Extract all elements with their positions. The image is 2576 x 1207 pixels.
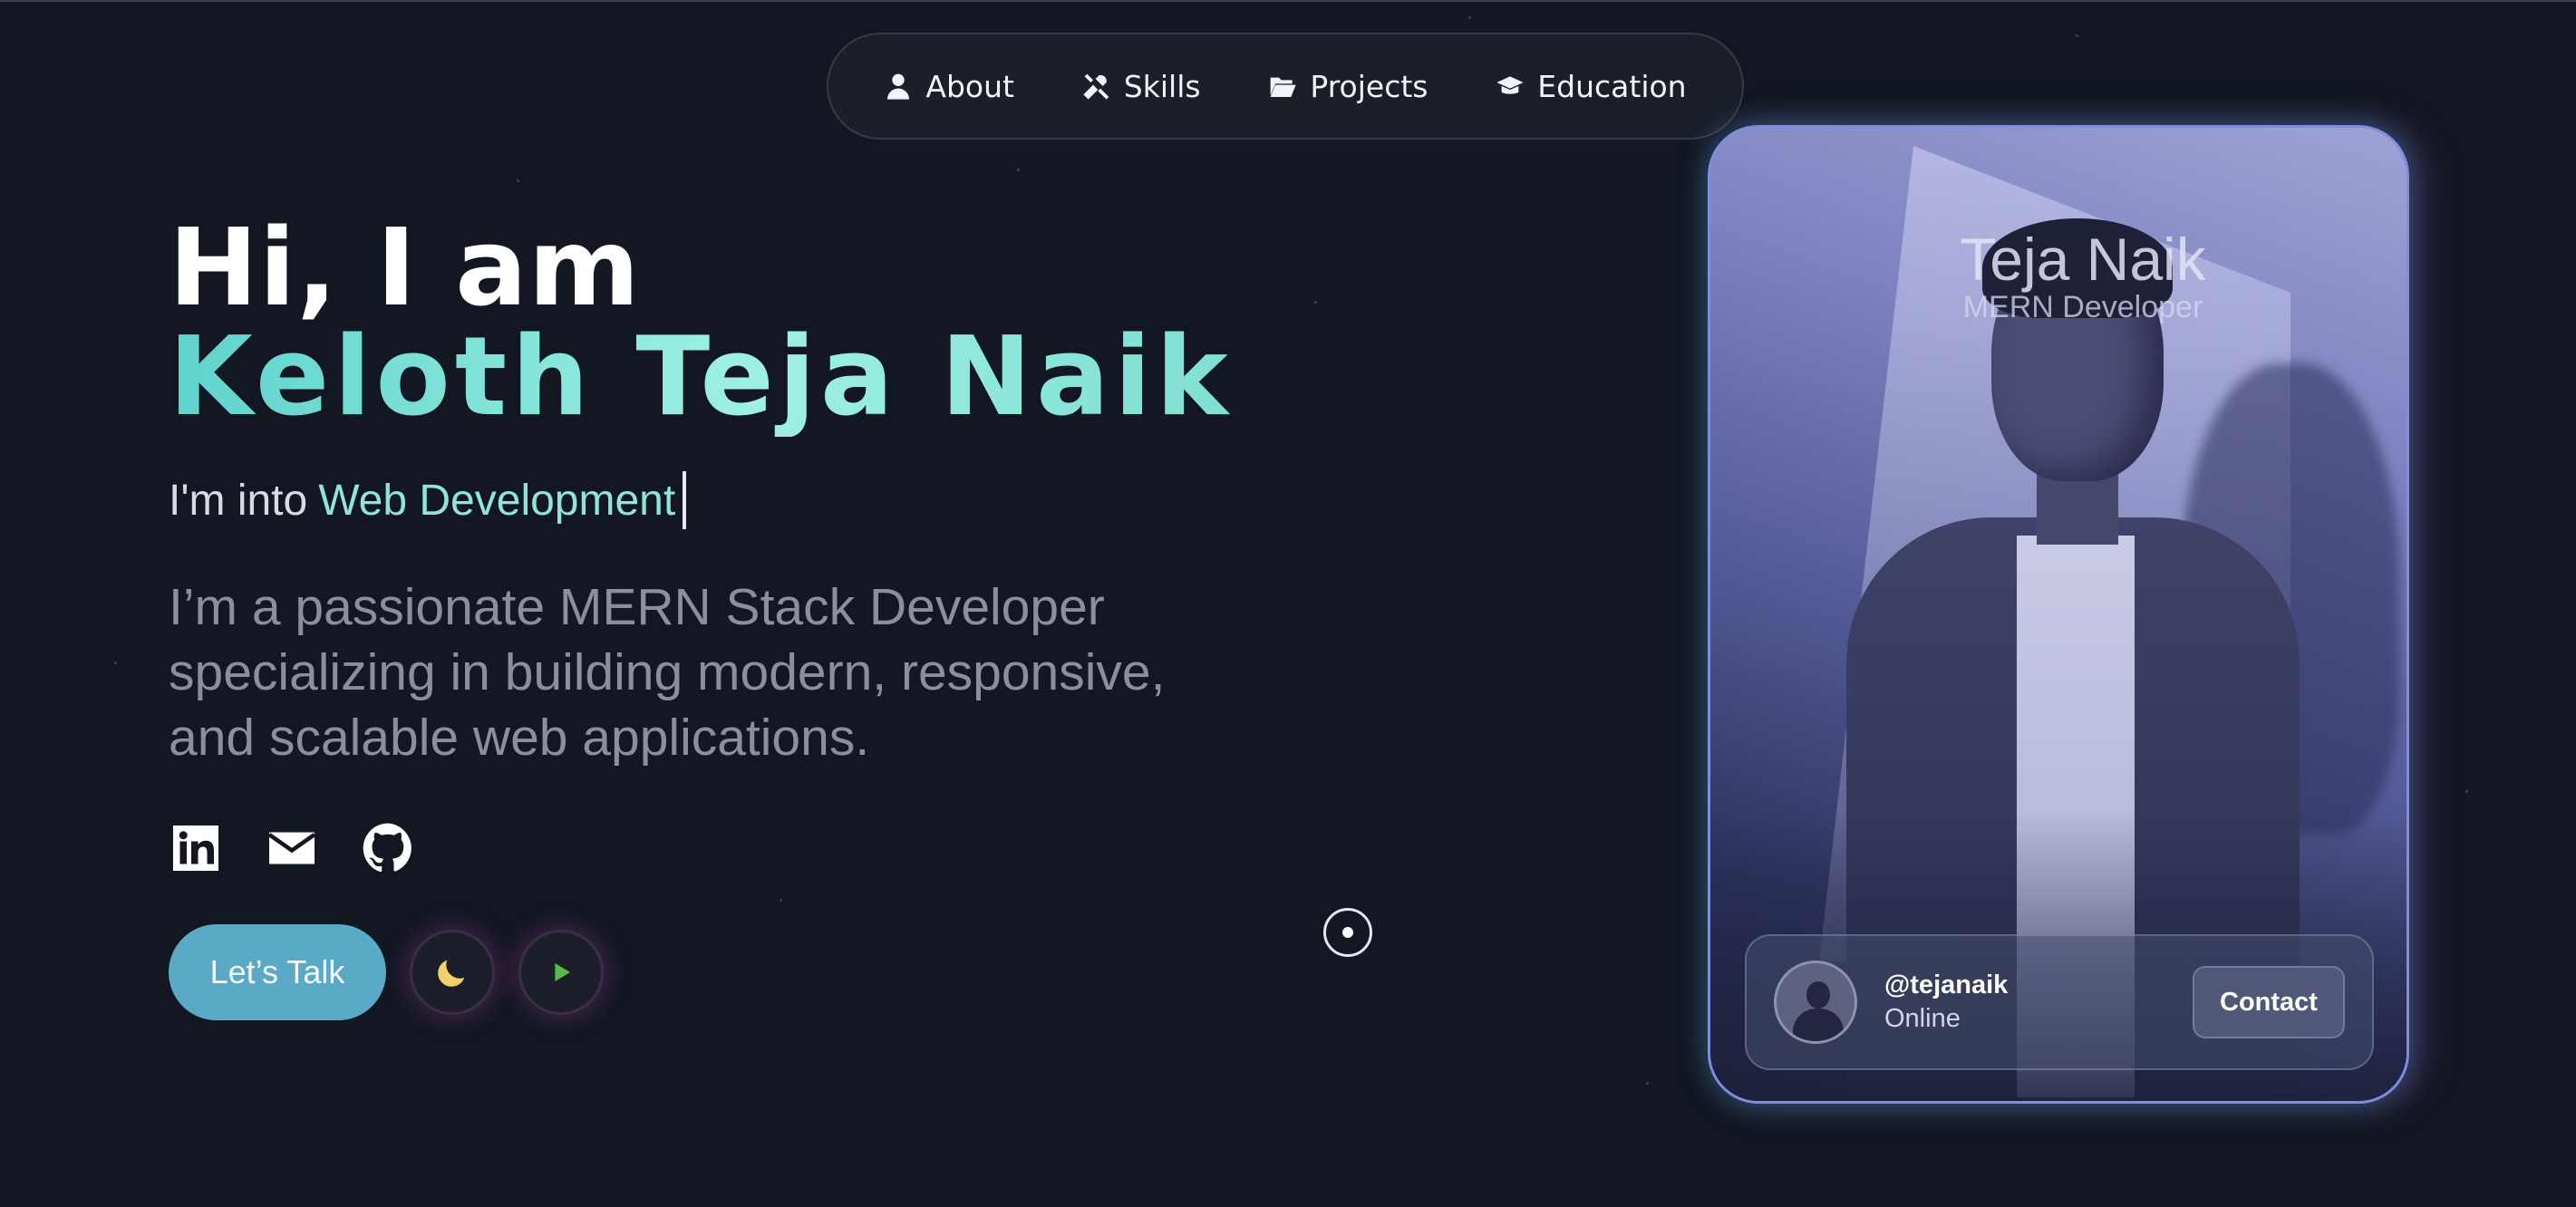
nav-item-label: About bbox=[925, 68, 1014, 104]
mail-icon bbox=[267, 832, 316, 864]
graduation-cap-icon bbox=[1496, 76, 1524, 94]
star-dot bbox=[780, 899, 782, 902]
contact-button[interactable]: Contact bbox=[2193, 966, 2345, 1038]
cursor-indicator bbox=[1323, 908, 1372, 957]
tools-icon bbox=[1083, 73, 1109, 100]
star-dot bbox=[2465, 790, 2468, 793]
theme-toggle-button[interactable] bbox=[410, 930, 495, 1015]
social-links bbox=[169, 821, 415, 875]
linkedin-icon bbox=[173, 826, 218, 871]
star-dot bbox=[1017, 169, 1020, 171]
user-handle: @tejanaik bbox=[1884, 970, 2009, 999]
nav-item-label: Projects bbox=[1310, 68, 1428, 104]
github-icon bbox=[363, 823, 412, 873]
card-role: MERN Developer bbox=[1962, 290, 2203, 324]
folder-open-icon bbox=[1271, 77, 1297, 97]
typing-highlight: Web Development bbox=[318, 476, 676, 525]
nav-item-label: Education bbox=[1537, 68, 1687, 104]
card-title: Teja Naik MERN Developer bbox=[1710, 226, 2407, 324]
nav-item-education[interactable]: Education bbox=[1496, 68, 1687, 104]
nav-item-label: Skills bbox=[1123, 68, 1201, 104]
lets-talk-button[interactable]: Let’s Talk bbox=[169, 924, 386, 1020]
top-nav: About Skills Projects Education bbox=[827, 33, 1744, 140]
nav-item-about[interactable]: About bbox=[884, 69, 1014, 104]
star-dot bbox=[1314, 301, 1317, 304]
user-status: Online bbox=[1884, 1004, 1961, 1033]
moon-icon bbox=[438, 960, 465, 987]
user-icon bbox=[887, 73, 910, 100]
github-link[interactable] bbox=[361, 821, 415, 875]
card-user-bar: @tejanaik Online Contact bbox=[1745, 934, 2374, 1070]
star-dot bbox=[114, 661, 117, 664]
avatar bbox=[1774, 961, 1857, 1044]
cursor-dot bbox=[1342, 927, 1353, 938]
nav-item-projects[interactable]: Projects bbox=[1268, 69, 1428, 104]
hero-bio: I’m a passionate MERN Stack Developer sp… bbox=[169, 578, 1166, 767]
profile-card: Teja Naik MERN Developer @tejanaik Onlin… bbox=[1708, 125, 2409, 1104]
star-dot bbox=[517, 179, 519, 182]
star-dot bbox=[1646, 1082, 1649, 1085]
star-dot bbox=[2076, 34, 2078, 37]
typing-caret bbox=[683, 471, 687, 529]
star-dot bbox=[1468, 16, 1471, 19]
play-button[interactable] bbox=[518, 930, 604, 1015]
play-icon bbox=[555, 963, 570, 981]
user-info: @tejanaik Online bbox=[1884, 970, 2008, 1034]
hero-typing-line: I'm into Web Development bbox=[169, 471, 687, 529]
nav-item-skills[interactable]: Skills bbox=[1082, 69, 1201, 104]
hero-name: Keloth Teja Naik bbox=[169, 314, 1233, 440]
typing-prefix: I'm into bbox=[169, 476, 308, 525]
email-link[interactable] bbox=[265, 821, 319, 875]
card-name: Teja Naik bbox=[1960, 226, 2206, 293]
hero-greeting: Hi, I am bbox=[169, 205, 641, 330]
linkedin-link[interactable] bbox=[169, 821, 223, 875]
